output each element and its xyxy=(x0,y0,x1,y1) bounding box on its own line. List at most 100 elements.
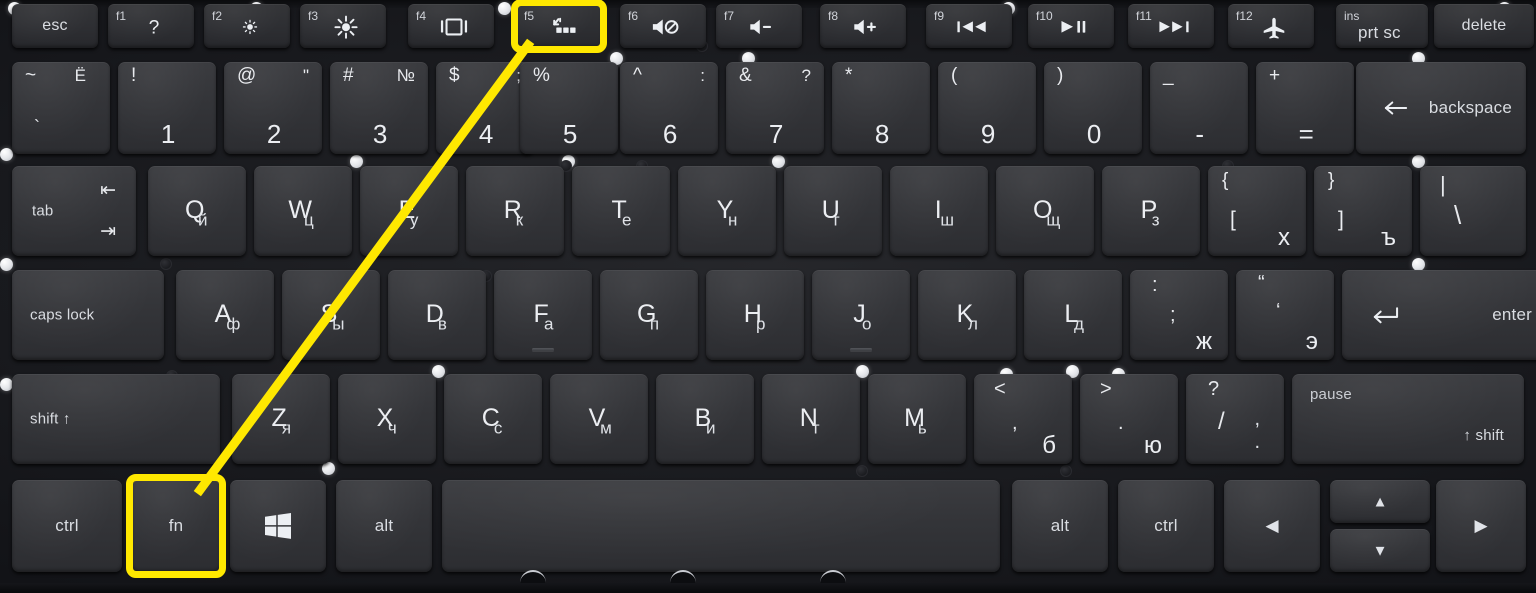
key-slash[interactable]: ? /,. xyxy=(1186,374,1284,464)
key-minus[interactable]: _ - xyxy=(1150,62,1248,154)
key-key-p[interactable]: Pз xyxy=(1102,166,1200,256)
cyrillic-legend: р xyxy=(755,314,766,334)
key-ins-prtsc[interactable]: ins prt sc xyxy=(1336,4,1428,48)
key-f5[interactable]: f5 xyxy=(516,4,602,48)
key-key-f[interactable]: Fа xyxy=(494,270,592,360)
key-f2[interactable]: f2 xyxy=(204,4,290,48)
key-key-j[interactable]: Jо xyxy=(812,270,910,360)
key-f9[interactable]: f9 xyxy=(926,4,1012,48)
key-f11[interactable]: f11 xyxy=(1128,4,1214,48)
key-backslash[interactable]: | \ xyxy=(1420,166,1526,256)
key-digit-6[interactable]: ^: 6 xyxy=(620,62,718,154)
key-ctrl-right[interactable]: ctrl xyxy=(1118,480,1214,572)
key-key-l[interactable]: Lд xyxy=(1024,270,1122,360)
key-f12[interactable]: f12 xyxy=(1228,4,1314,48)
key-key-i[interactable]: Iш xyxy=(890,166,988,256)
key-esc[interactable]: esc xyxy=(12,4,98,48)
key-f1[interactable]: f1? xyxy=(108,4,194,48)
key-bracket-right[interactable]: }] ъ xyxy=(1314,166,1412,256)
key-arrow-up-key[interactable]: ▲ xyxy=(1330,480,1430,523)
key-quote[interactable]: “ ‘ э xyxy=(1236,270,1334,360)
key-f3[interactable]: f3 xyxy=(300,4,386,48)
glyph-base: 4 xyxy=(478,119,494,149)
glyph-alt: № xyxy=(396,66,415,85)
key-key-k[interactable]: Kл xyxy=(918,270,1016,360)
glyph-shift: % xyxy=(533,65,550,86)
arrow-glyph: ▶ xyxy=(1474,516,1488,535)
key-digit-9[interactable]: (9 xyxy=(938,62,1036,154)
key-windows-key[interactable] xyxy=(230,480,326,572)
glyph-shift: ) xyxy=(1057,65,1064,86)
chassis-bottom-edge xyxy=(0,583,1536,593)
fn-number-label: f3 xyxy=(308,9,319,23)
fn-number-label: f4 xyxy=(416,9,427,23)
keyboard-backlight-icon xyxy=(553,17,576,33)
key-digit-3[interactable]: # № 3 xyxy=(330,62,428,154)
key-key-n[interactable]: Nт xyxy=(762,374,860,464)
key-backquote-yo[interactable]: ~Ё`ё xyxy=(12,62,110,154)
key-key-y[interactable]: Yн xyxy=(678,166,776,256)
key-key-s[interactable]: Sы xyxy=(282,270,380,360)
key-key-t[interactable]: Tе xyxy=(572,166,670,256)
key-f10[interactable]: f10 xyxy=(1028,4,1114,48)
key-key-x[interactable]: Xч xyxy=(338,374,436,464)
key-f7[interactable]: f7 xyxy=(716,4,802,48)
key-shift-left[interactable]: shift ↑ xyxy=(12,374,220,464)
key-period[interactable]: >. ю xyxy=(1080,374,1178,464)
key-digit-7[interactable]: &? 7 xyxy=(726,62,824,154)
key-key-m[interactable]: Mь xyxy=(868,374,966,464)
key-backspace[interactable]: backspace xyxy=(1356,62,1526,154)
key-key-o[interactable]: Oщ xyxy=(996,166,1094,256)
cyrillic-legend: ю xyxy=(1144,432,1162,459)
key-key-z[interactable]: Zя xyxy=(232,374,330,464)
key-key-a[interactable]: Aф xyxy=(176,270,274,360)
key-ctrl-left[interactable]: ctrl xyxy=(12,480,122,572)
glyph-base: 1 xyxy=(160,119,176,149)
fn-number-label: ins xyxy=(1344,9,1360,23)
key-digit-1[interactable]: ! 1 xyxy=(118,62,216,154)
key-caps-lock[interactable]: caps lock xyxy=(12,270,164,360)
key-digit-5[interactable]: % 5 xyxy=(520,62,618,154)
arrow-glyph: ▲ xyxy=(1372,493,1388,510)
key-tab[interactable]: tab ⇤ ⇥ xyxy=(12,166,136,256)
key-arrow-down-key[interactable]: ▼ xyxy=(1330,529,1430,572)
key-key-u[interactable]: Uг xyxy=(784,166,882,256)
key-key-g[interactable]: Gп xyxy=(600,270,698,360)
key-key-b[interactable]: Bи xyxy=(656,374,754,464)
key-digit-0[interactable]: ) 0 xyxy=(1044,62,1142,154)
key-f4[interactable]: f4 xyxy=(408,4,494,48)
key-alt-right[interactable]: alt xyxy=(1012,480,1108,572)
key-enter[interactable]: enter xyxy=(1342,270,1536,360)
key-bracket-left[interactable]: {[х xyxy=(1208,166,1306,256)
cyrillic-legend: г xyxy=(833,210,840,230)
cyrillic-legend: й xyxy=(197,210,208,230)
key-equal[interactable]: + = xyxy=(1256,62,1354,154)
key-f8[interactable]: f8 xyxy=(820,4,906,48)
key-spacebar[interactable] xyxy=(442,480,1000,572)
key-comma[interactable]: <, б xyxy=(974,374,1072,464)
key-arrow-right-key[interactable]: ▶ xyxy=(1436,480,1526,572)
cyrillic-legend: б xyxy=(1042,432,1056,459)
key-key-v[interactable]: Vм xyxy=(550,374,648,464)
key-key-w[interactable]: Wц xyxy=(254,166,352,256)
key-fn[interactable]: fn xyxy=(132,480,220,572)
key-key-h[interactable]: Hр xyxy=(706,270,804,360)
key-key-q[interactable]: Qй xyxy=(148,166,246,256)
key-digit-2[interactable]: @ " 2 xyxy=(224,62,322,154)
key-label: ctrl xyxy=(55,516,79,535)
key-key-e[interactable]: Eу xyxy=(360,166,458,256)
glyph-shift: # xyxy=(343,65,354,86)
key-digit-8[interactable]: * 8 xyxy=(832,62,930,154)
key-delete[interactable]: delete xyxy=(1434,4,1534,48)
cyrillic-legend: и xyxy=(705,418,716,438)
key-key-c[interactable]: Cс xyxy=(444,374,542,464)
key-arrow-left-key[interactable]: ◀ xyxy=(1224,480,1320,572)
arrow-glyph: ◀ xyxy=(1265,516,1279,535)
key-shift-right[interactable]: pause ↑ shift xyxy=(1292,374,1524,464)
chassis-light-dot-3 xyxy=(498,2,511,15)
key-f6[interactable]: f6 xyxy=(620,4,706,48)
key-key-d[interactable]: Dв xyxy=(388,270,486,360)
key-semicolon[interactable]: :; ж xyxy=(1130,270,1228,360)
key-key-r[interactable]: Rк xyxy=(466,166,564,256)
key-alt-left[interactable]: alt xyxy=(336,480,432,572)
